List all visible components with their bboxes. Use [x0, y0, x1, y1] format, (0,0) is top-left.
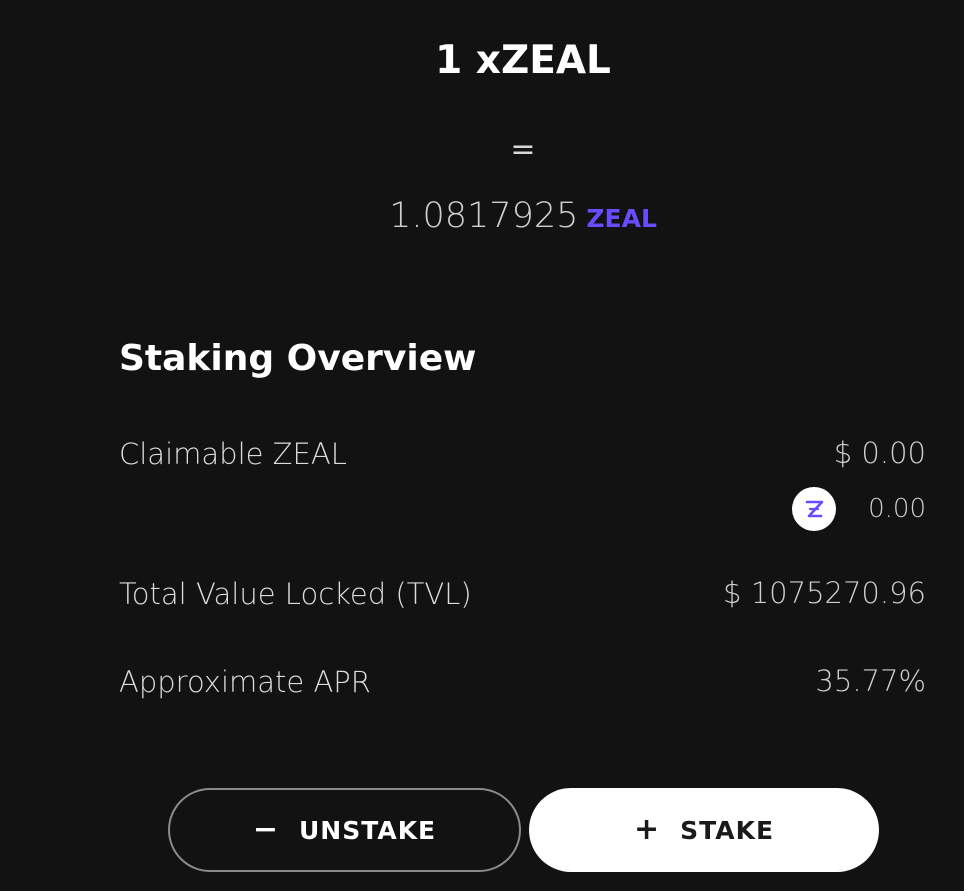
staking-overview-title: Staking Overview — [119, 338, 477, 379]
claimable-token-row: 0.00 — [792, 487, 926, 531]
unstake-button[interactable]: − UNSTAKE — [168, 788, 521, 872]
rate-token-label: ZEAL — [586, 204, 657, 233]
rate-title: 1 xZEAL — [435, 38, 611, 83]
stake-button[interactable]: + STAKE — [529, 788, 879, 872]
tvl-value: $ 1075270.96 — [723, 576, 926, 610]
apr-value: 35.77% — [815, 664, 926, 698]
plus-icon: + — [633, 812, 661, 847]
rate-value-row: 1.0817925 ZEAL — [0, 196, 964, 236]
claimable-token-amount: 0.00 — [868, 494, 926, 524]
apr-label: Approximate APR — [119, 665, 371, 699]
claimable-usd-value: $ 0.00 — [833, 436, 926, 470]
minus-icon: − — [252, 812, 279, 847]
equals-sign: = — [510, 132, 536, 167]
rate-value: 1.0817925 — [389, 196, 579, 236]
zeal-token-icon — [792, 487, 837, 531]
claimable-label: Claimable ZEAL — [119, 437, 347, 471]
tvl-label: Total Value Locked (TVL) — [119, 577, 472, 611]
unstake-button-label: UNSTAKE — [299, 815, 437, 845]
stake-button-label: STAKE — [680, 815, 775, 845]
